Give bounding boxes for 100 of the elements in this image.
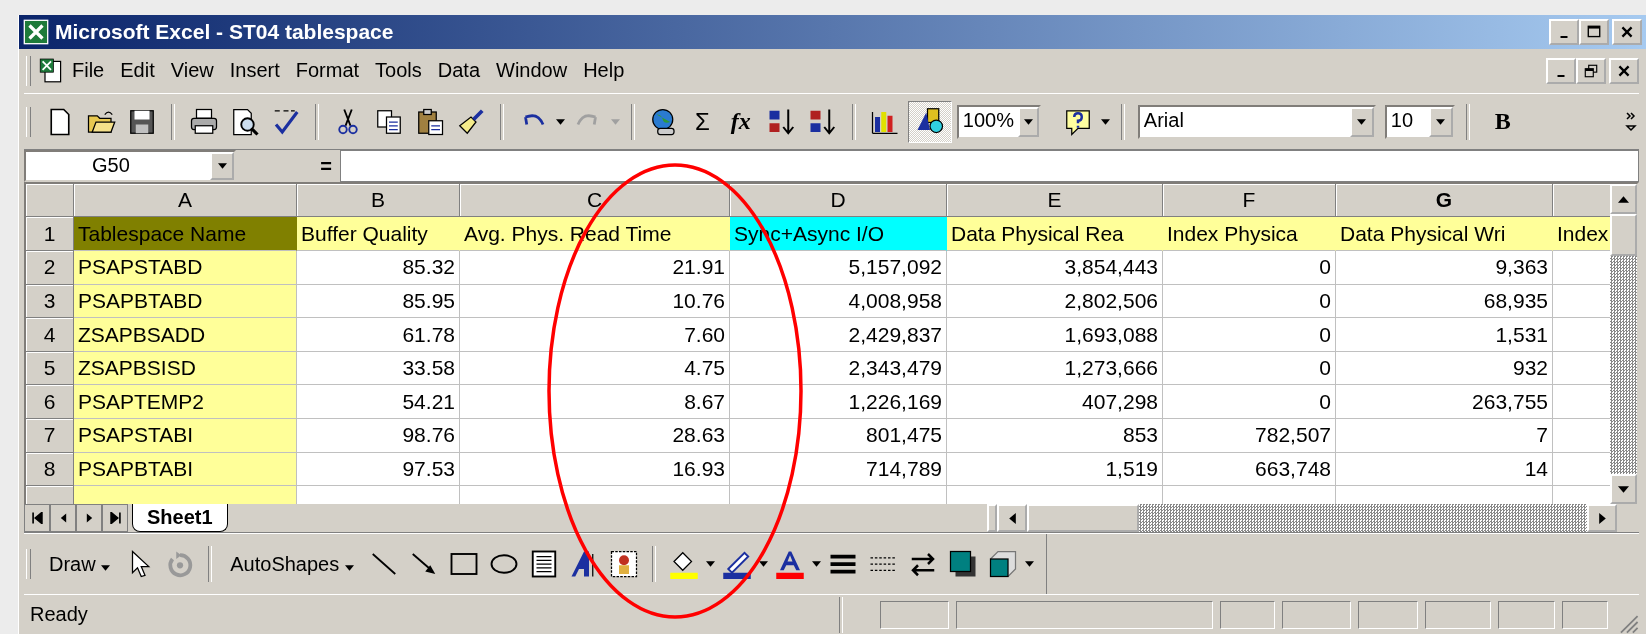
fill-color-icon[interactable] <box>668 549 699 580</box>
menu-item[interactable]: Help <box>576 57 632 85</box>
print-preview-icon[interactable] <box>230 106 260 137</box>
restore-icon <box>1583 63 1599 78</box>
scrollbar-thumb[interactable] <box>1027 504 1139 532</box>
table-cell: 0 <box>1163 385 1336 419</box>
last-sheet-button[interactable] <box>102 504 128 532</box>
table-cell: 1,531 <box>1336 318 1553 352</box>
row-header[interactable]: 2 <box>26 251 74 285</box>
row-header[interactable]: 1 <box>26 217 74 252</box>
table-cell: 1,273,666 <box>947 351 1163 386</box>
autosum-button[interactable]: Σ <box>687 107 718 136</box>
menu-item[interactable]: Data <box>430 57 488 85</box>
dropdown-arrow-icon[interactable] <box>1100 118 1110 125</box>
row-header[interactable] <box>26 486 74 505</box>
up-arrow-icon <box>1618 195 1629 203</box>
table-cell: 2,343,479 <box>730 351 947 386</box>
table-cell: 21.91 <box>460 251 730 285</box>
dropdown-arrow-icon[interactable] <box>1436 118 1446 125</box>
table-cell: 7 <box>1336 419 1553 453</box>
dropdown-arrow-icon[interactable] <box>556 118 565 125</box>
menu-item[interactable]: View <box>163 57 221 85</box>
menu-item[interactable]: Window <box>489 57 575 85</box>
autoshapes-menu-button[interactable]: AutoShapes <box>222 552 362 576</box>
toolbar-handle[interactable] <box>26 106 31 137</box>
column-header[interactable]: C <box>460 184 730 218</box>
right-arrow-icon <box>84 512 94 525</box>
formula-field[interactable] <box>340 150 1639 183</box>
maximize-button[interactable] <box>1579 18 1609 45</box>
scroll-up-button[interactable] <box>1610 184 1637 215</box>
table-cell: 8.67 <box>460 385 730 419</box>
menu-item[interactable]: Tools <box>368 57 429 85</box>
dropdown-arrow-icon[interactable] <box>1023 118 1033 125</box>
row-header[interactable]: 5 <box>26 351 74 386</box>
menu-item[interactable]: Edit <box>113 57 162 85</box>
first-sheet-button[interactable] <box>24 504 50 532</box>
row-header[interactable]: 8 <box>26 452 74 487</box>
dropdown-arrow-icon[interactable] <box>217 163 227 170</box>
next-sheet-button[interactable] <box>76 504 102 532</box>
line-color-icon[interactable] <box>721 549 752 580</box>
menu-item[interactable]: File <box>65 57 112 85</box>
workbook-icon[interactable] <box>39 56 63 85</box>
row-header[interactable]: 6 <box>26 385 74 419</box>
scrollbar-thumb[interactable] <box>1610 214 1637 257</box>
close-button[interactable] <box>1609 57 1639 84</box>
column-header[interactable] <box>1553 184 1611 218</box>
more-buttons-icon[interactable] <box>1625 109 1637 134</box>
dropdown-arrow-icon[interactable] <box>758 561 768 568</box>
row-header[interactable]: 7 <box>26 419 74 453</box>
zoom-dropdown[interactable]: 100% <box>956 104 1041 139</box>
table-header: Tablespace Name <box>74 217 297 252</box>
dropdown-arrow-icon[interactable] <box>1357 118 1367 125</box>
column-header[interactable]: F <box>1163 184 1336 218</box>
sheet-tab[interactable]: Sheet1 <box>132 504 228 532</box>
table-cell: 0 <box>1163 351 1336 386</box>
drawing-button[interactable] <box>907 100 952 143</box>
scroll-left-button[interactable] <box>997 504 1027 532</box>
close-button[interactable] <box>1612 18 1642 45</box>
toolbar-handle[interactable] <box>26 549 31 580</box>
table-cell: 97.53 <box>297 452 460 487</box>
column-header[interactable]: D <box>730 184 947 218</box>
menu-item[interactable]: Insert <box>222 57 287 85</box>
font-name-dropdown[interactable]: Arial <box>1137 104 1376 139</box>
row-header[interactable]: 4 <box>26 318 74 352</box>
bold-button[interactable]: B <box>1480 108 1525 135</box>
column-header[interactable]: B <box>297 184 460 218</box>
printer-icon[interactable] <box>189 106 219 137</box>
font-color-icon[interactable] <box>774 549 805 580</box>
column-header[interactable]: A <box>74 184 297 218</box>
paste-icon[interactable] <box>415 106 445 137</box>
previous-sheet-button[interactable] <box>50 504 76 532</box>
column-header[interactable]: E <box>947 184 1163 218</box>
toolbar-handle[interactable] <box>26 55 31 86</box>
table-cell: 33.58 <box>297 351 460 386</box>
split-handle[interactable] <box>987 504 997 532</box>
minimize-icon <box>1560 35 1568 38</box>
table-header: Index Physica <box>1163 217 1336 252</box>
select-all-button[interactable] <box>26 184 74 218</box>
paste-function-button[interactable]: fx <box>722 108 759 135</box>
clip-art-icon[interactable] <box>608 549 639 580</box>
table-cell: 1,226,169 <box>730 385 947 419</box>
scroll-right-button[interactable] <box>1587 504 1617 532</box>
edit-formula-button[interactable]: = <box>236 154 340 178</box>
font-size-dropdown[interactable]: 10 <box>1384 104 1455 139</box>
3d-cube-icon[interactable] <box>987 549 1018 580</box>
scroll-down-button[interactable] <box>1610 474 1637 505</box>
draw-menu-button[interactable]: Draw <box>41 552 119 576</box>
dropdown-arrow-icon[interactable] <box>1024 561 1034 568</box>
shadow-icon[interactable] <box>947 549 978 580</box>
column-header[interactable]: G <box>1336 184 1553 218</box>
last-icon <box>109 512 121 525</box>
minimize-icon <box>1557 74 1565 77</box>
dropdown-arrow-icon[interactable] <box>705 561 715 568</box>
menu-item[interactable]: Format <box>288 57 367 85</box>
dropdown-arrow-icon <box>344 564 354 571</box>
row-header[interactable]: 3 <box>26 284 74 319</box>
table-cell: 853 <box>947 419 1163 453</box>
restore-button[interactable] <box>1576 57 1606 84</box>
name-box[interactable]: G50 <box>24 150 236 183</box>
dropdown-arrow-icon[interactable] <box>811 561 821 568</box>
